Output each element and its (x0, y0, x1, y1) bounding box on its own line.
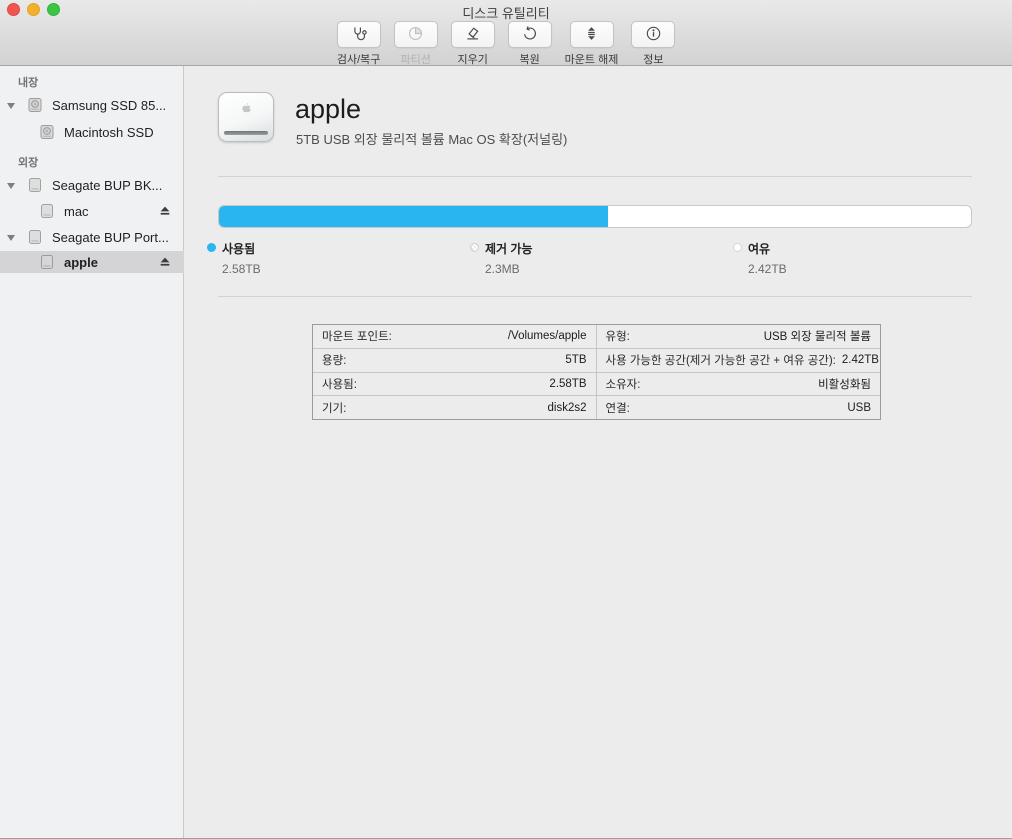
sidebar-item-label: Macintosh SSD (64, 125, 154, 140)
detail-row-available: 사용 가능한 공간(제거 가능한 공간 + 여유 공간): 2.42TB (597, 349, 881, 373)
titlebar: 디스크 유틸리티 검사/복구 (0, 0, 1012, 66)
disclosure-triangle-icon[interactable] (7, 103, 15, 109)
external-drive-icon (39, 254, 55, 275)
toolbar-item-partition: 파티션 (394, 21, 438, 67)
detail-row-connection: 연결: USB (597, 396, 881, 419)
device-slot (224, 131, 268, 135)
legend-label-used: 사용됨 (222, 240, 255, 257)
toolbar-label: 지우기 (457, 51, 487, 67)
detail-row-type: 유형: USB 외장 물리적 볼륨 (597, 325, 881, 349)
legend-label-free: 여유 (748, 240, 770, 257)
toolbar-label: 파티션 (400, 51, 430, 67)
detail-row-used: 사용됨: 2.58TB (313, 373, 596, 397)
details-left-column: 마운트 포인트: /Volumes/apple 용량: 5TB 사용됨: 2.5… (313, 325, 597, 419)
eject-icon[interactable] (158, 255, 172, 269)
eject-icon[interactable] (158, 204, 172, 218)
toolbar-label: 마운트 해제 (565, 51, 619, 67)
detail-row-owner: 소유자: 비활성화됨 (597, 373, 881, 397)
sidebar-item-label: Samsung SSD 85... (52, 98, 166, 113)
erase-icon (464, 25, 481, 45)
sidebar-item-seagate-bk[interactable]: Seagate BUP BK... (0, 174, 184, 196)
purgeable-swatch-icon (470, 243, 479, 252)
toolbar-label: 정보 (643, 51, 663, 67)
detail-row-capacity: 용량: 5TB (313, 349, 596, 373)
volume-details-table: 마운트 포인트: /Volumes/apple 용량: 5TB 사용됨: 2.5… (312, 324, 881, 420)
external-drive-icon (39, 203, 55, 224)
internal-drive-icon (27, 97, 43, 118)
disk-utility-window: 디스크 유틸리티 검사/복구 (0, 0, 1012, 839)
internal-drive-icon (39, 124, 55, 145)
disclosure-triangle-icon[interactable] (7, 235, 15, 241)
volume-device-icon (218, 92, 274, 142)
unmount-button[interactable] (570, 21, 614, 48)
restore-button[interactable] (508, 21, 552, 48)
detail-row-device: 기기: disk2s2 (313, 396, 596, 419)
legend-value-purgeable: 2.3MB (485, 262, 520, 276)
used-swatch-icon (207, 243, 216, 252)
restore-icon (521, 25, 538, 45)
unmount-icon (583, 25, 600, 45)
divider (218, 176, 972, 177)
toolbar-label: 복원 (520, 51, 540, 67)
detail-row-mount-point: 마운트 포인트: /Volumes/apple (313, 325, 596, 349)
sidebar-item-label: apple (64, 255, 98, 270)
usage-bar (218, 205, 972, 228)
legend-value-free: 2.42TB (748, 262, 787, 276)
main-content: apple 5TB USB 외장 물리적 볼륨 Mac OS 확장(저널링) 사… (185, 66, 1012, 839)
volume-title: apple (295, 94, 361, 125)
external-drive-icon (27, 229, 43, 250)
free-swatch-icon (733, 243, 742, 252)
toolbar-label: 검사/복구 (337, 51, 381, 67)
toolbar: 검사/복구 파티션 (0, 21, 1012, 67)
partition-icon (407, 25, 424, 45)
sidebar-item-label: mac (64, 204, 89, 219)
legend-label-purgeable: 제거 가능 (485, 240, 533, 257)
sidebar-item-macintosh-ssd[interactable]: Macintosh SSD (0, 121, 184, 143)
sidebar-item-apple[interactable]: apple (0, 251, 184, 273)
legend-value-used: 2.58TB (222, 262, 261, 276)
toolbar-item-erase: 지우기 (451, 21, 495, 67)
sidebar: 내장 Samsung SSD 85... (0, 66, 184, 839)
toolbar-item-restore: 복원 (508, 21, 552, 67)
usage-bar-fill (219, 206, 608, 227)
first-aid-button[interactable] (337, 21, 381, 48)
sidebar-section-external: 외장 (18, 154, 38, 170)
sidebar-item-samsung-ssd[interactable]: Samsung SSD 85... (0, 94, 184, 116)
sidebar-section-internal: 내장 (18, 74, 38, 90)
apple-logo-icon (240, 102, 253, 120)
window-title: 디스크 유틸리티 (0, 3, 1012, 22)
info-button[interactable] (631, 21, 675, 48)
details-right-column: 유형: USB 외장 물리적 볼륨 사용 가능한 공간(제거 가능한 공간 + … (597, 325, 881, 419)
info-icon (645, 25, 662, 45)
divider (218, 296, 972, 297)
sidebar-item-seagate-port[interactable]: Seagate BUP Port... (0, 226, 184, 248)
erase-button[interactable] (451, 21, 495, 48)
toolbar-item-info: 정보 (631, 21, 675, 67)
volume-subtitle: 5TB USB 외장 물리적 볼륨 Mac OS 확장(저널링) (296, 129, 567, 148)
partition-button (394, 21, 438, 48)
sidebar-item-mac[interactable]: mac (0, 200, 184, 222)
external-drive-icon (27, 177, 43, 198)
first-aid-icon (350, 25, 367, 45)
toolbar-item-unmount: 마운트 해제 (565, 21, 619, 67)
sidebar-item-label: Seagate BUP Port... (52, 230, 169, 245)
disclosure-triangle-icon[interactable] (7, 183, 15, 189)
toolbar-item-first-aid: 검사/복구 (337, 21, 381, 67)
sidebar-item-label: Seagate BUP BK... (52, 178, 162, 193)
